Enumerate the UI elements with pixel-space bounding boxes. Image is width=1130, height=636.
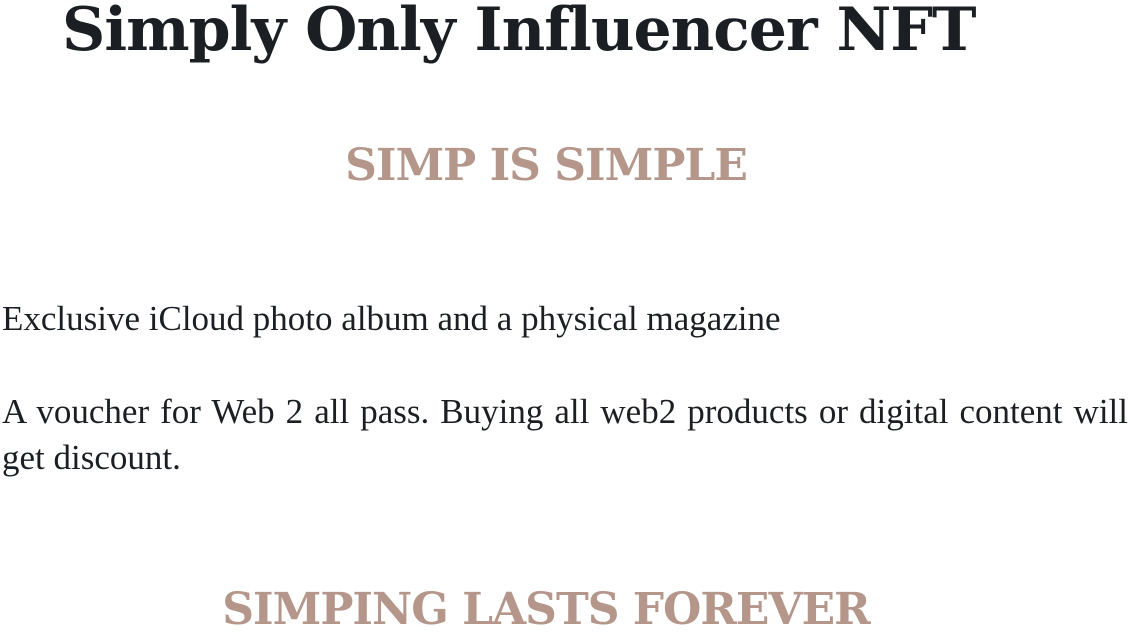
- benefit-paragraph-photo-album: Exclusive iCloud photo album and a physi…: [2, 299, 781, 338]
- tagline-heading: SIMP IS SIMPLE: [345, 140, 748, 191]
- benefit-paragraph-voucher: A voucher for Web 2 all pass. Buying all…: [2, 392, 1128, 477]
- footer-tagline-heading: SIMPING LASTS FOREVER: [222, 584, 870, 635]
- page-title: Simply Only Influencer NFT: [62, 0, 977, 65]
